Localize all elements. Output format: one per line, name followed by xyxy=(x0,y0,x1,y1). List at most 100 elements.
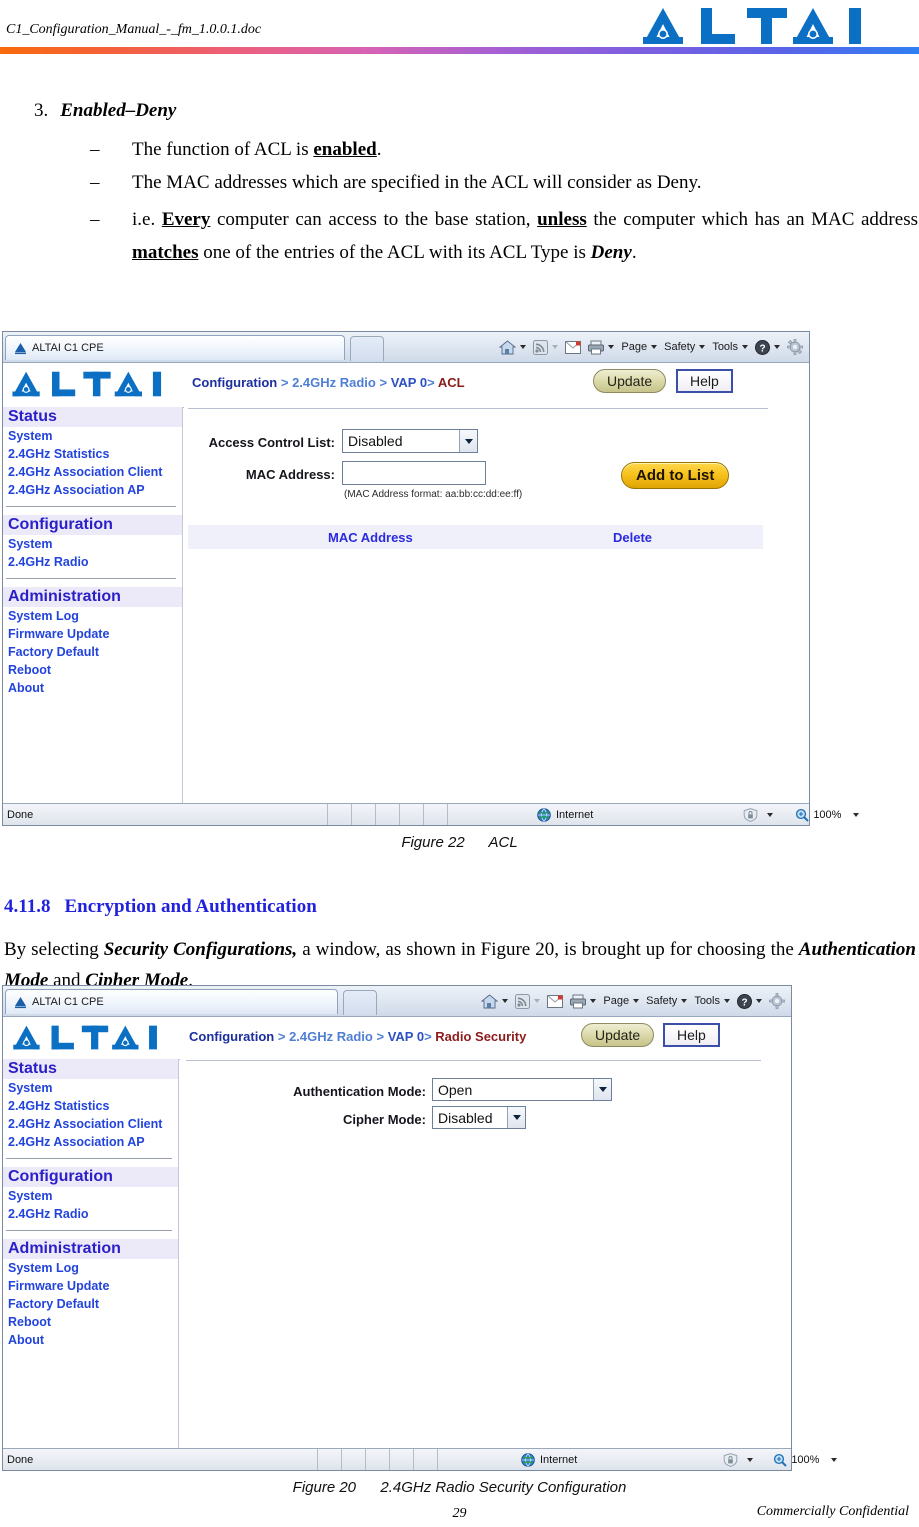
browser-window-radio-security: ALTAI C1 CPE Page Safety Tools ? Configu… xyxy=(2,985,838,1471)
new-tab-button[interactable] xyxy=(343,990,377,1015)
zoom-control[interactable]: 100% xyxy=(773,1453,838,1467)
security-zone[interactable]: Internet xyxy=(521,1452,577,1467)
sidebar-item-config-24ghz-radio[interactable]: 2.4GHz Radio xyxy=(3,1205,178,1223)
bullet-dash: – xyxy=(90,139,100,160)
tools-menu[interactable]: Tools xyxy=(710,341,750,353)
sidebar-item-about[interactable]: About xyxy=(3,1331,178,1349)
update-button[interactable]: Update xyxy=(593,369,667,393)
access-control-list-select[interactable]: Disabled xyxy=(342,429,478,453)
sidebar-item-reboot[interactable]: Reboot xyxy=(3,1313,178,1331)
figure-caption-20: Figure 20 2.4GHz Radio Security Configur… xyxy=(0,1479,919,1496)
chevron-down-icon[interactable] xyxy=(724,999,730,1003)
sidebar-item-24ghz-association-client[interactable]: 2.4GHz Association Client xyxy=(3,1115,178,1133)
mac-address-label: MAC Address: xyxy=(245,467,335,482)
add-to-list-button[interactable]: Add to List xyxy=(621,462,730,489)
help-button[interactable]: Help xyxy=(663,1023,720,1047)
page-menu-label: Page xyxy=(603,995,630,1007)
chevron-down-icon[interactable] xyxy=(756,999,762,1003)
chevron-down-icon[interactable] xyxy=(767,812,774,817)
page-menu-label: Page xyxy=(621,341,648,353)
sidebar-item-24ghz-association-ap[interactable]: 2.4GHz Association AP xyxy=(3,1133,178,1151)
chevron-down-icon[interactable] xyxy=(590,999,597,1003)
protected-mode-indicator[interactable] xyxy=(723,1452,754,1467)
sidebar-item-24ghz-association-client[interactable]: 2.4GHz Association Client xyxy=(3,463,182,481)
security-zone[interactable]: Internet xyxy=(537,807,593,822)
breadcrumb-item-configuration[interactable]: Configuration xyxy=(192,375,277,390)
mac-address-input[interactable] xyxy=(342,461,486,485)
home-icon[interactable] xyxy=(497,339,528,355)
zoom-magnifier-icon xyxy=(796,808,810,822)
sidebar-item-firmware-update[interactable]: Firmware Update xyxy=(3,1277,178,1295)
safety-menu[interactable]: Safety xyxy=(662,341,707,353)
chevron-down-icon[interactable] xyxy=(774,345,780,349)
settings-gear-icon[interactable] xyxy=(785,339,805,355)
sidebar-item-system[interactable]: System xyxy=(3,427,182,445)
authentication-mode-select[interactable]: Open xyxy=(432,1078,612,1101)
chevron-down-icon[interactable] xyxy=(831,1457,838,1462)
chevron-down-icon[interactable] xyxy=(459,430,477,452)
chevron-down-icon[interactable] xyxy=(520,345,527,349)
sidebar-item-about[interactable]: About xyxy=(3,679,182,697)
sidebar-item-24ghz-statistics[interactable]: 2.4GHz Statistics xyxy=(3,445,182,463)
chevron-down-icon[interactable] xyxy=(502,999,509,1003)
sidebar-item-config-24ghz-radio[interactable]: 2.4GHz Radio xyxy=(3,553,182,571)
read-mail-icon[interactable] xyxy=(563,340,583,354)
chevron-down-icon[interactable] xyxy=(681,999,688,1003)
breadcrumb-item-configuration[interactable]: Configuration xyxy=(189,1029,274,1044)
sidebar-item-24ghz-association-ap[interactable]: 2.4GHz Association AP xyxy=(3,481,182,499)
rss-feed-icon[interactable] xyxy=(513,993,542,1009)
sidebar-item-system-log[interactable]: System Log xyxy=(3,607,182,625)
chevron-down-icon[interactable] xyxy=(507,1107,525,1128)
sidebar-item-24ghz-statistics[interactable]: 2.4GHz Statistics xyxy=(3,1097,178,1115)
chevron-down-icon[interactable] xyxy=(742,345,748,349)
sidebar-item-reboot[interactable]: Reboot xyxy=(3,661,182,679)
new-tab-button[interactable] xyxy=(350,336,384,361)
help-icon[interactable]: ? xyxy=(753,339,782,355)
breadcrumb-item-vap0[interactable]: VAP 0 xyxy=(388,1029,424,1044)
content-pane: Authentication Mode: Open Cipher Mode: D… xyxy=(180,1059,791,1449)
chevron-down-icon[interactable] xyxy=(633,999,640,1003)
sidebar-item-factory-default[interactable]: Factory Default xyxy=(3,1295,178,1313)
sidebar-item-firmware-update[interactable]: Firmware Update xyxy=(3,625,182,643)
settings-gear-icon[interactable] xyxy=(767,993,787,1009)
chevron-down-icon[interactable] xyxy=(853,812,860,817)
print-icon[interactable] xyxy=(568,994,598,1009)
chevron-down-icon[interactable] xyxy=(651,345,658,349)
breadcrumb-item-vap0[interactable]: VAP 0 xyxy=(391,375,427,390)
rss-feed-icon[interactable] xyxy=(531,339,560,355)
sidebar-item-config-system[interactable]: System xyxy=(3,1187,178,1205)
print-icon[interactable] xyxy=(586,340,616,355)
altai-favicon-icon xyxy=(15,342,26,354)
mac-address-table-header: MAC Address Delete xyxy=(188,525,763,549)
home-icon[interactable] xyxy=(479,993,510,1009)
help-button[interactable]: Help xyxy=(676,369,733,393)
browser-tab[interactable]: ALTAI C1 CPE xyxy=(5,989,338,1014)
protected-mode-indicator[interactable] xyxy=(743,807,774,822)
sidebar-item-system[interactable]: System xyxy=(3,1079,178,1097)
read-mail-icon[interactable] xyxy=(545,994,565,1008)
help-icon[interactable]: ? xyxy=(735,993,764,1009)
status-cell xyxy=(351,804,375,825)
chevron-down-icon[interactable] xyxy=(747,1457,754,1462)
zoom-control[interactable]: 100% xyxy=(795,808,860,822)
breadcrumb-item-current: ACL xyxy=(437,375,465,390)
chevron-down-icon[interactable] xyxy=(699,345,706,349)
browser-tab[interactable]: ALTAI C1 CPE xyxy=(5,335,345,360)
update-button[interactable]: Update xyxy=(581,1023,655,1047)
svg-text:?: ? xyxy=(741,997,747,1008)
page-menu[interactable]: Page xyxy=(619,341,659,353)
breadcrumb-item-radio[interactable]: 2.4GHz Radio xyxy=(292,375,376,390)
page-menu[interactable]: Page xyxy=(601,995,641,1007)
sidebar-item-system-log[interactable]: System Log xyxy=(3,1259,178,1277)
sidebar-item-config-system[interactable]: System xyxy=(3,535,182,553)
breadcrumb-separator: > xyxy=(427,375,435,390)
cipher-mode-select[interactable]: Disabled xyxy=(432,1106,526,1129)
bullet-text: The function of ACL is enabled. xyxy=(132,139,382,160)
tools-menu[interactable]: Tools xyxy=(692,995,732,1007)
safety-menu[interactable]: Safety xyxy=(644,995,689,1007)
breadcrumb-item-radio[interactable]: 2.4GHz Radio xyxy=(289,1029,373,1044)
chevron-down-icon[interactable] xyxy=(608,345,615,349)
chevron-down-icon[interactable] xyxy=(593,1079,611,1100)
sidebar-item-factory-default[interactable]: Factory Default xyxy=(3,643,182,661)
page-title: 4.11.8 Encryption and Authentication xyxy=(4,896,317,918)
